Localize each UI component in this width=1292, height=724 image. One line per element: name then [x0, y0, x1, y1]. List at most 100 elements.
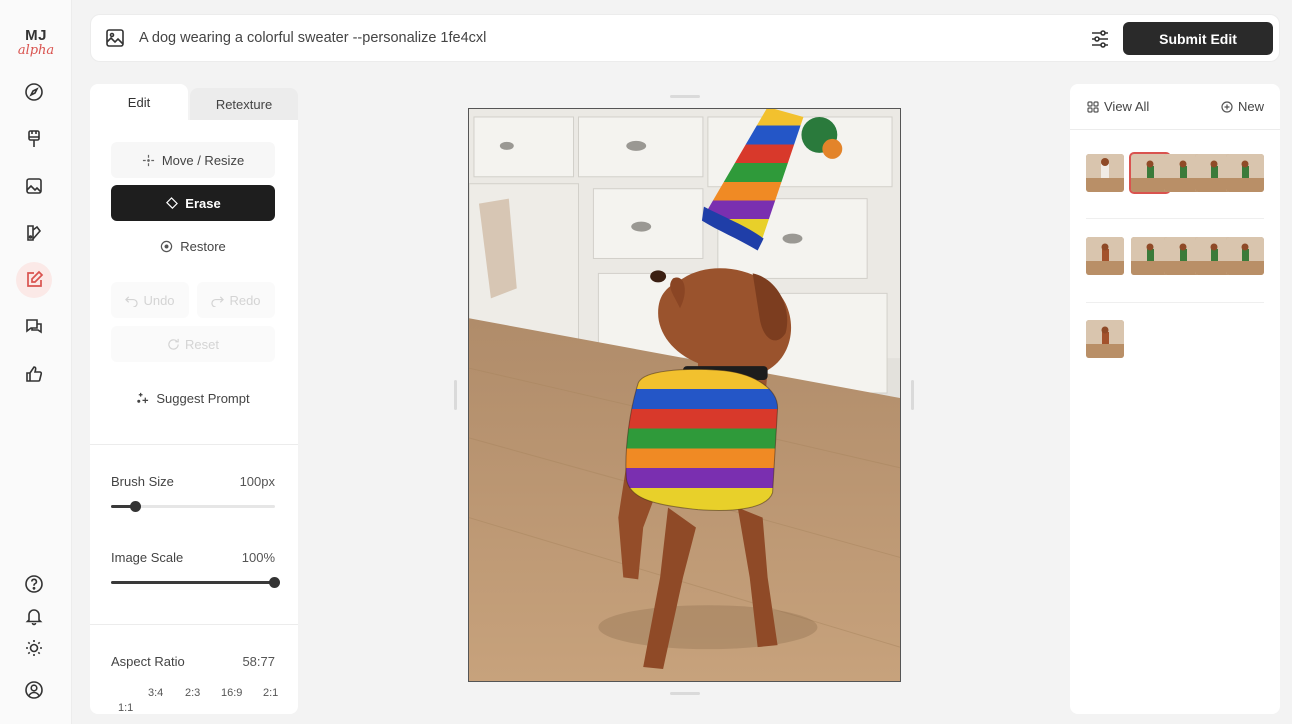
thumbnail-image	[1086, 154, 1124, 192]
submit-edit-button[interactable]: Submit Edit	[1123, 22, 1273, 55]
compass-icon	[25, 83, 43, 101]
sparkle-icon	[137, 392, 149, 403]
suggest-prompt-label: Suggest Prompt	[156, 390, 250, 406]
suggest-prompt-button[interactable]: Suggest Prompt	[111, 380, 275, 416]
redo-button[interactable]: Redo	[197, 282, 275, 318]
grid-icon	[1087, 100, 1099, 113]
resize-handle-top[interactable]	[670, 95, 700, 98]
thumbnail-image	[1086, 237, 1124, 275]
chat-icon	[26, 319, 42, 334]
move-resize-button[interactable]: Move / Resize	[111, 142, 275, 178]
nav-organize[interactable]	[16, 168, 52, 204]
thumbnail-image	[1086, 320, 1124, 358]
thumbnail-image	[1226, 237, 1264, 275]
brush-size-label: Brush Size	[111, 474, 174, 489]
bell-icon	[25, 609, 43, 626]
plus-circle-icon	[1221, 100, 1233, 113]
ratio-option[interactable]: 16:9	[221, 687, 242, 699]
history-header: View All New	[1070, 84, 1280, 130]
restore-label: Restore	[180, 238, 226, 254]
erase-button[interactable]: Erase	[111, 185, 275, 221]
prompt-input[interactable]: A dog wearing a colorful sweater --perso…	[139, 30, 486, 46]
new-button[interactable]: New	[1221, 99, 1264, 114]
user-icon	[25, 681, 43, 699]
redo-label: Redo	[229, 292, 261, 308]
dog-image	[469, 109, 900, 681]
divider	[90, 624, 298, 625]
aspect-ratio-label: Aspect Ratio	[111, 654, 185, 669]
history-thumbnail[interactable]	[1226, 154, 1264, 192]
history-thumbnail[interactable]	[1086, 154, 1124, 192]
restore-icon	[161, 240, 173, 252]
history-thumbnail[interactable]	[1086, 320, 1124, 358]
thumbs-up-icon	[26, 366, 43, 382]
brush-size-thumb[interactable]	[129, 501, 141, 512]
erase-label: Erase	[185, 195, 221, 211]
undo-button[interactable]: Undo	[111, 282, 189, 318]
help-icon	[25, 575, 43, 593]
left-rail: MJ alpha	[0, 0, 72, 724]
move-resize-label: Move / Resize	[161, 152, 245, 168]
divider	[1086, 302, 1264, 303]
ratio-option[interactable]: 2:3	[185, 687, 200, 699]
image-scale-label: Image Scale	[111, 550, 184, 565]
nav-help[interactable]	[16, 566, 52, 602]
nav-create[interactable]	[16, 121, 52, 157]
nav-chat[interactable]	[16, 309, 52, 345]
reset-icon	[168, 338, 179, 350]
nav-account[interactable]	[16, 672, 52, 708]
nav-notifications[interactable]	[16, 598, 52, 634]
view-all-button[interactable]: View All	[1087, 99, 1149, 114]
restore-button[interactable]: Restore	[111, 228, 275, 264]
image-scale-thumb[interactable]	[269, 577, 280, 588]
image-icon	[26, 178, 42, 194]
ratio-option[interactable]: 2:1	[263, 687, 278, 699]
tab-retexture[interactable]: Retexture	[190, 88, 298, 120]
resize-handle-bottom[interactable]	[670, 692, 700, 695]
edit-icon	[27, 270, 44, 287]
palette-icon	[27, 225, 42, 241]
history-panel: View All New	[1070, 84, 1280, 714]
divider	[90, 444, 298, 445]
ratio-option[interactable]: 1:1	[118, 702, 133, 714]
logo-text: MJ	[25, 27, 47, 44]
nav-edit[interactable]	[16, 262, 52, 298]
edit-canvas[interactable]	[468, 108, 901, 682]
thumbnail-image	[1226, 154, 1264, 192]
eraser-icon	[166, 196, 179, 209]
view-all-label: View All	[1104, 99, 1150, 114]
prompt-bar: A dog wearing a colorful sweater --perso…	[90, 14, 1280, 62]
aspect-ratio-value: 58:77	[242, 654, 275, 669]
nav-theme[interactable]	[16, 630, 52, 666]
redo-icon	[211, 295, 225, 307]
undo-label: Undo	[143, 292, 175, 308]
undo-icon	[125, 295, 139, 307]
history-thumbnail[interactable]	[1086, 237, 1124, 275]
ratio-option[interactable]: 3:4	[148, 687, 163, 699]
logo[interactable]: MJ alpha	[14, 28, 58, 57]
divider	[1086, 218, 1264, 219]
new-label: New	[1237, 99, 1264, 114]
resize-handle-left[interactable]	[454, 380, 457, 410]
image-scale-fill	[111, 581, 275, 584]
nav-personalize[interactable]	[16, 215, 52, 251]
image-icon[interactable]	[105, 28, 125, 48]
tab-edit[interactable]: Edit	[90, 84, 188, 120]
image-scale-value: 100%	[241, 550, 275, 565]
brush-size-slider[interactable]	[111, 501, 275, 512]
edit-tools-panel: Move / Resize Erase Restore Undo Redo Re…	[90, 120, 298, 714]
reset-label: Reset	[185, 336, 219, 352]
nav-rate[interactable]	[16, 356, 52, 392]
logo-subtext: alpha	[17, 43, 55, 58]
image-scale-slider[interactable]	[111, 577, 280, 588]
brush-icon	[28, 130, 40, 147]
move-icon	[142, 154, 154, 166]
history-thumbnail[interactable]	[1226, 237, 1264, 275]
sliders-icon[interactable]	[1089, 28, 1111, 50]
reset-button[interactable]: Reset	[111, 326, 275, 362]
brush-size-value: 100px	[239, 474, 275, 489]
sun-icon	[26, 640, 42, 656]
nav-explore[interactable]	[16, 74, 52, 110]
resize-handle-right[interactable]	[911, 380, 914, 410]
editor-tabs: Edit Retexture	[90, 84, 298, 120]
